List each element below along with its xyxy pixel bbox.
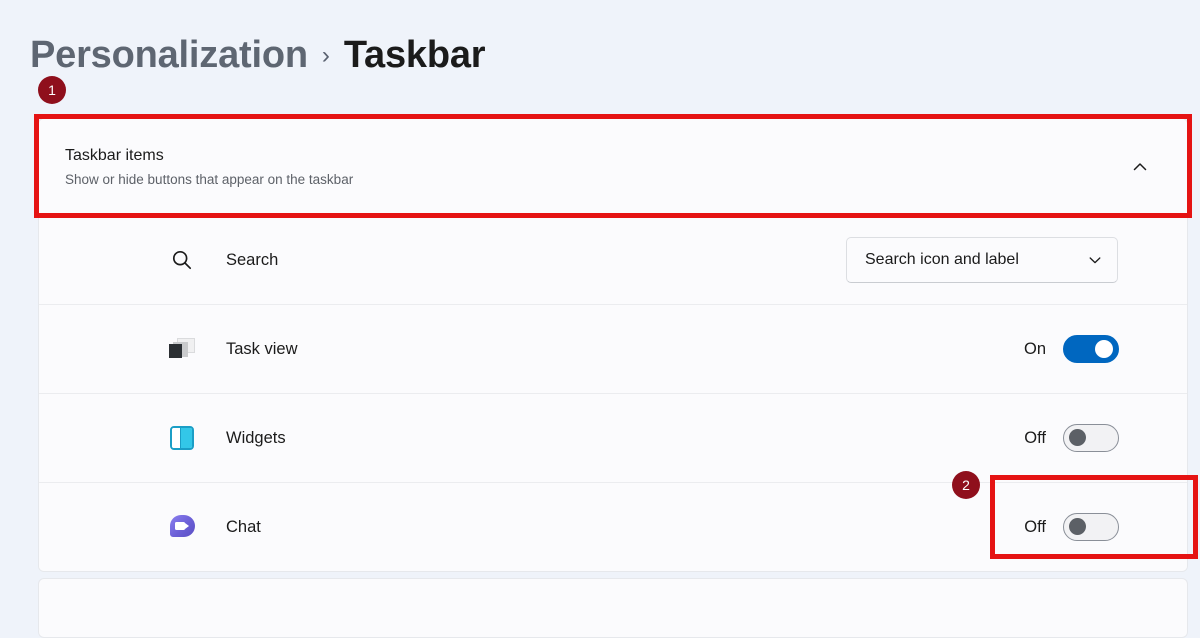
- chat-icon: [167, 512, 197, 542]
- search-control-group: Search icon and label: [846, 237, 1163, 283]
- taskbar-items-title: Taskbar items: [65, 147, 164, 164]
- chat-toggle[interactable]: [1063, 513, 1119, 541]
- taskbar-items-header[interactable]: Taskbar items Show or hide buttons that …: [39, 119, 1187, 215]
- taskbar-row-label-chat: Chat: [226, 517, 261, 536]
- page-title: Taskbar: [343, 34, 486, 76]
- taskbar-row-label-task-view: Task view: [226, 339, 298, 358]
- taskbar-row-widgets[interactable]: Widgets Off: [39, 393, 1187, 482]
- chat-control-group: Off: [1020, 513, 1163, 541]
- breadcrumb-parent-link[interactable]: Personalization: [30, 34, 308, 77]
- taskbar-row-task-view[interactable]: Task view On: [39, 304, 1187, 393]
- task-view-icon: [167, 334, 197, 364]
- taskbar-row-search[interactable]: Search Search icon and label: [39, 215, 1187, 304]
- task-view-toggle-state: On: [1023, 339, 1046, 358]
- breadcrumb: Personalization › Taskbar: [30, 34, 486, 77]
- widgets-toggle-state: Off: [1024, 428, 1046, 447]
- chevron-up-icon[interactable]: [1123, 150, 1157, 184]
- search-style-value: Search icon and label: [865, 251, 1019, 268]
- taskbar-row-label-widgets: Widgets: [226, 428, 286, 447]
- breadcrumb-separator-icon: ›: [321, 42, 330, 69]
- widgets-toggle[interactable]: [1063, 424, 1119, 452]
- annotation-badge-1: 1: [38, 76, 66, 104]
- taskbar-row-label-search: Search: [226, 250, 279, 269]
- task-view-toggle[interactable]: [1063, 335, 1119, 363]
- chat-toggle-state: Off: [1024, 517, 1046, 536]
- taskbar-items-header-text: Taskbar items Show or hide buttons that …: [65, 145, 1123, 189]
- taskbar-items-card: Taskbar items Show or hide buttons that …: [38, 118, 1188, 572]
- search-style-dropdown[interactable]: Search icon and label: [846, 237, 1118, 283]
- annotation-badge-2: 2: [952, 471, 980, 499]
- next-settings-card: [38, 578, 1188, 638]
- task-view-control-group: On: [1020, 335, 1163, 363]
- taskbar-items-subtitle: Show or hide buttons that appear on the …: [65, 172, 354, 187]
- chevron-down-icon: [1087, 252, 1103, 268]
- widgets-control-group: Off: [1020, 424, 1163, 452]
- search-icon: [167, 245, 197, 275]
- widgets-icon: [167, 423, 197, 453]
- taskbar-row-chat[interactable]: Chat Off: [39, 482, 1187, 571]
